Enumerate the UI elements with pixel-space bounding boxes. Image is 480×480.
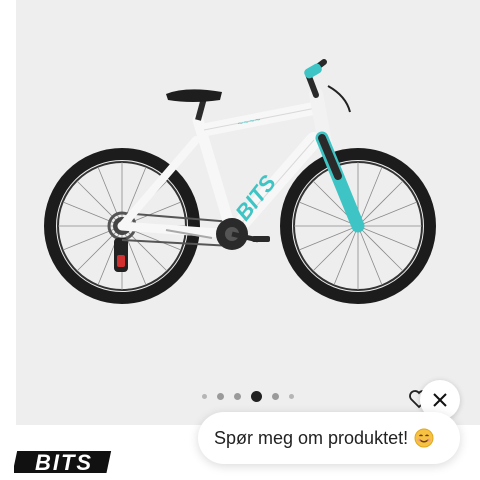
brand-logo-text: BITS [35,450,93,475]
carousel-dot[interactable] [234,392,241,400]
product-image-bicycle[interactable]: BITS ~~~~ [16,0,480,425]
close-icon [433,393,447,407]
brand-logo: BITS [14,450,112,475]
chat-prompt-bubble[interactable]: Spør meg om produktet! [198,412,460,464]
carousel-dot[interactable] [272,392,279,400]
carousel-dot[interactable] [217,392,224,400]
carousel-dot[interactable] [202,393,207,399]
chat-prompt-text: Spør meg om produktet! [214,427,409,448]
smiling-face-icon [414,428,434,448]
product-image-gallery[interactable]: BITS ~~~~ [16,0,480,425]
carousel-dot[interactable] [289,393,294,399]
carousel-dot-active[interactable] [251,390,262,402]
